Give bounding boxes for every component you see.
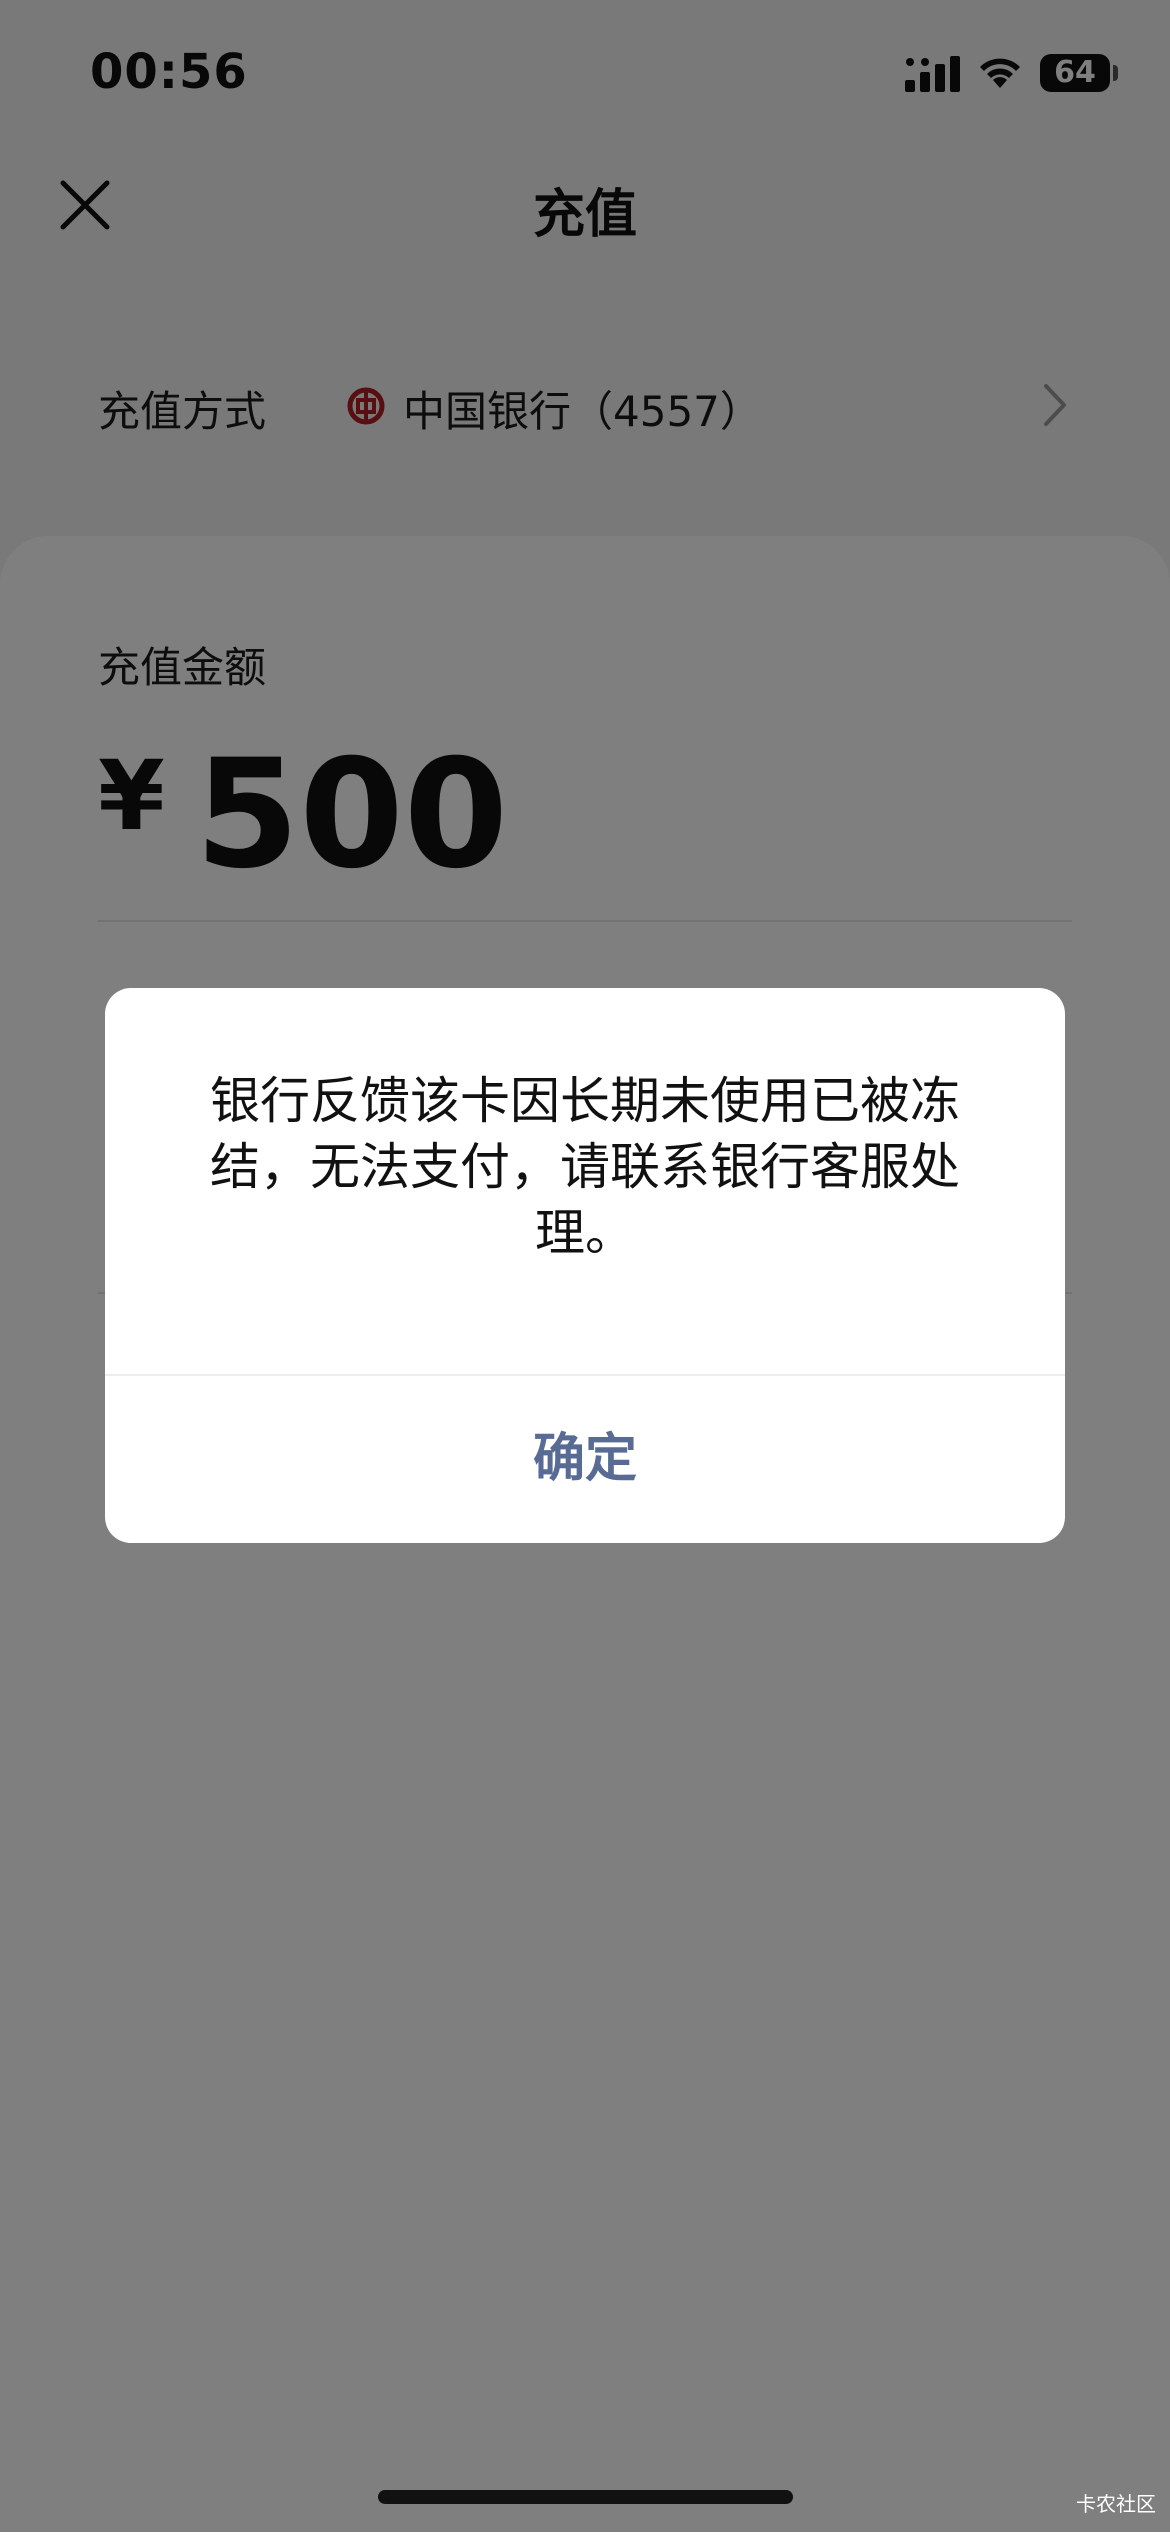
dialog-message: 银行反馈该卡因长期未使用已被冻结，无法支付，请联系银行客服处理。 bbox=[210, 1072, 960, 1262]
watermark: 卡农社区 bbox=[1076, 2492, 1156, 2516]
confirm-button[interactable]: 确定 bbox=[105, 1376, 1065, 1543]
home-indicator[interactable] bbox=[378, 2490, 793, 2504]
alert-dialog: 银行反馈该卡因长期未使用已被冻结，无法支付，请联系银行客服处理。 确定 bbox=[105, 988, 1065, 1543]
